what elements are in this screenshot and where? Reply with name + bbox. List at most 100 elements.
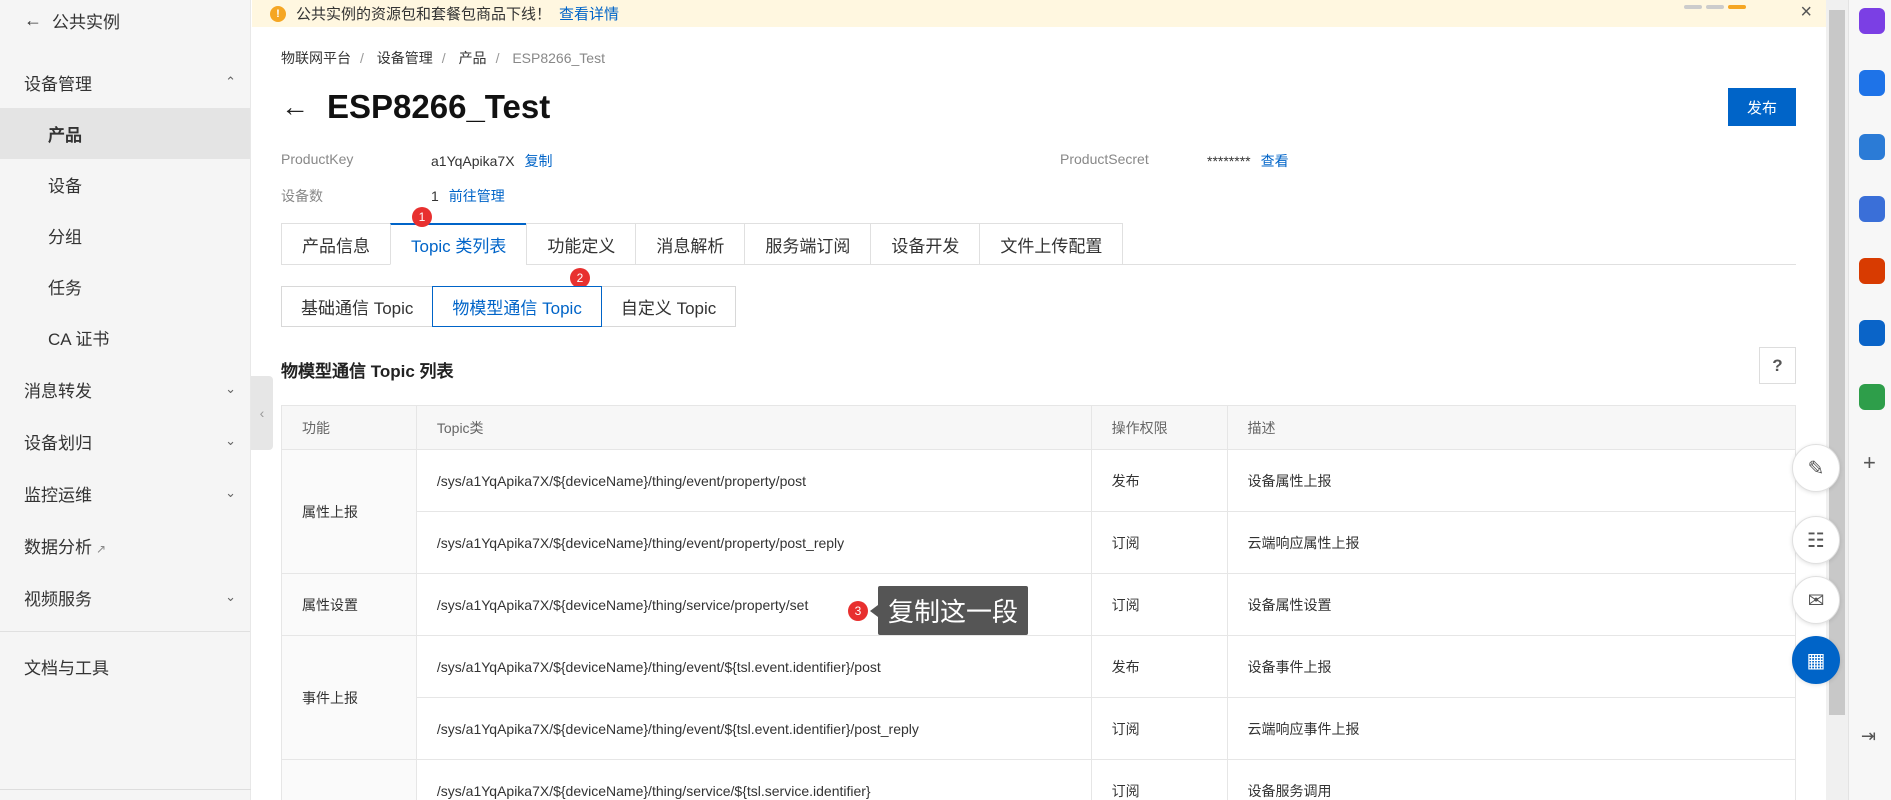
notice-pager[interactable] [1684,5,1746,9]
sidebar-bottom-divider [0,789,251,790]
col-topic: Topic类 [415,405,1092,450]
sidebar-group-monitoring[interactable]: 监控运维 ⌄ [0,467,250,519]
table-header-row: 功能 Topic类 操作权限 描述 [281,405,1797,450]
page-scrollbar[interactable] [1826,0,1848,800]
topic-subtabs: 基础通信 Topic 物模型通信 Topic 自定义 Topic [281,286,737,327]
cell-topic[interactable]: /sys/a1YqApika7X/${deviceName}/thing/eve… [415,697,1092,760]
chevron-down-icon: ⌄ [225,589,236,604]
docs-button[interactable]: ☷ [1792,516,1840,564]
external-link-icon: ↗ [96,541,107,556]
cell-permission: 发布 [1090,449,1228,512]
apps-button[interactable]: ▦ [1792,636,1840,684]
copilot-icon[interactable] [1859,8,1885,34]
cell-permission: 订阅 [1090,759,1228,800]
book-icon: ☷ [1807,529,1825,552]
sidebar-item-task[interactable]: 任务 [0,261,250,312]
tab-server-subscription[interactable]: 服务端订阅 [744,223,871,265]
sidebar-group-data-analysis[interactable]: 数据分析 ↗ [0,519,250,571]
people-icon[interactable] [1859,196,1885,222]
back-arrow-icon[interactable]: ← [281,91,309,123]
outlook-icon[interactable] [1859,320,1885,346]
device-count-value: 1 [431,188,439,204]
cell-topic[interactable]: /sys/a1YqApika7X/${deviceName}/thing/eve… [415,635,1092,698]
cell-topic[interactable]: /sys/a1YqApika7X/${deviceName}/thing/eve… [415,511,1092,574]
cell-topic[interactable]: /sys/a1YqApika7X/${deviceName}/thing/ser… [415,759,1092,800]
table-row: /sys/a1YqApika7X/${deviceName}/thing/eve… [282,697,1797,760]
chat-button[interactable]: ✉ [1792,576,1840,624]
tab-topic-list[interactable]: Topic 类列表 [390,223,527,265]
chevron-up-icon: ⌃ [225,74,236,89]
pencil-icon: ✎ [1807,457,1825,480]
breadcrumb-device-management[interactable]: 设备管理 [377,50,433,66]
exit-sidebar-icon[interactable]: ⇥ [1861,726,1876,747]
subtab-custom-topic[interactable]: 自定义 Topic [600,286,737,327]
col-permission: 操作权限 [1090,405,1228,450]
sidebar-group-device-management[interactable]: 设备管理 ⌃ [0,56,250,108]
cell-topic[interactable]: /sys/a1YqApika7X/${deviceName}/thing/eve… [415,449,1092,512]
tools-icon[interactable] [1859,134,1885,160]
tab-product-info[interactable]: 产品信息 [281,223,390,265]
cell-permission: 订阅 [1090,573,1228,636]
notice-details-link[interactable]: 查看详情 [559,3,619,24]
edit-feedback-button[interactable]: ✎ [1792,444,1840,492]
sidebar: ← 公共实例 设备管理 ⌃ 产品 设备 分组 任务 CA 证书 消息转发 ⌄ 设… [0,0,251,800]
help-button[interactable]: ? [1759,347,1796,384]
tab-message-parsing[interactable]: 消息解析 [635,223,745,265]
sidebar-item-group[interactable]: 分组 [0,210,250,261]
sidebar-group-message-forward[interactable]: 消息转发 ⌄ [0,363,250,415]
sidebar-item-label: 产品 [48,126,82,145]
sidebar-collapse-handle[interactable]: ‹ [251,376,273,450]
cell-function: 属性上报 [281,449,417,574]
device-count-wrap: 1 前往管理 [431,186,505,206]
sidebar-group-label: 设备划归 [24,433,92,453]
sidebar-docs-tools[interactable]: 文档与工具 [0,640,250,692]
subtab-basic-topic[interactable]: 基础通信 Topic [281,286,434,327]
back-to-instance[interactable]: ← 公共实例 [0,0,250,40]
product-key-value: a1YqApika7X [431,153,515,169]
sidebar-divider [0,631,250,632]
copy-key-link[interactable]: 复制 [525,153,553,169]
sidebar-group-label: 文档与工具 [24,658,109,678]
product-tabs: 产品信息 Topic 类列表 功能定义 消息解析 服务端订阅 设备开发 文件上传… [281,223,1796,265]
breadcrumb-product[interactable]: 产品 [459,50,487,66]
close-icon[interactable]: × [1800,1,1812,24]
publish-button[interactable]: 发布 [1728,88,1796,126]
tab-feature-definition[interactable]: 功能定义 [526,223,636,265]
sidebar-item-device[interactable]: 设备 [0,159,250,210]
sidebar-group-video[interactable]: 视频服务 ⌄ [0,571,250,623]
sidebar-group-label: 数据分析 ↗ [24,537,107,557]
cell-description: 设备事件上报 [1226,635,1797,698]
view-secret-link[interactable]: 查看 [1261,153,1289,169]
tab-file-upload-config[interactable]: 文件上传配置 [979,223,1124,265]
add-icon[interactable]: + [1863,450,1876,476]
device-count-label: 设备数 [281,188,323,204]
cell-description: 云端响应事件上报 [1226,697,1797,760]
chevron-left-icon: ‹ [259,405,265,421]
product-key-value-wrap: a1YqApika7X 复制 [431,151,553,171]
cell-description: 设备属性上报 [1226,449,1797,512]
col-function: 功能 [281,405,417,450]
section-title: 物模型通信 Topic 列表 [281,362,454,381]
product-key-label: ProductKey [281,151,354,167]
title-row: ← ESP8266_Test [281,88,550,126]
col-description: 描述 [1226,405,1797,450]
browser-sidebar: + ⇥ [1848,0,1891,800]
sidebar-item-ca-cert[interactable]: CA 证书 [0,312,250,363]
breadcrumb-current: ESP8266_Test [512,50,605,66]
instance-label: 公共实例 [52,12,120,32]
subtab-thing-model-topic[interactable]: 物模型通信 Topic [432,286,602,327]
tree-icon[interactable] [1859,384,1885,410]
sidebar-group-device-assign[interactable]: 设备划归 ⌄ [0,415,250,467]
cell-function: 事件上报 [281,635,417,760]
chevron-down-icon: ⌄ [225,381,236,396]
chevron-down-icon: ⌄ [225,433,236,448]
step-badge-1: 1 [412,207,432,227]
shopping-icon[interactable] [1859,70,1885,96]
office-icon[interactable] [1859,258,1885,284]
breadcrumb-iot[interactable]: 物联网平台 [281,50,351,66]
cell-permission: 订阅 [1090,697,1228,760]
manage-devices-link[interactable]: 前往管理 [449,188,505,204]
sidebar-item-product[interactable]: 产品 [0,108,250,159]
cell-description: 云端响应属性上报 [1226,511,1797,574]
tab-device-development[interactable]: 设备开发 [870,223,980,265]
